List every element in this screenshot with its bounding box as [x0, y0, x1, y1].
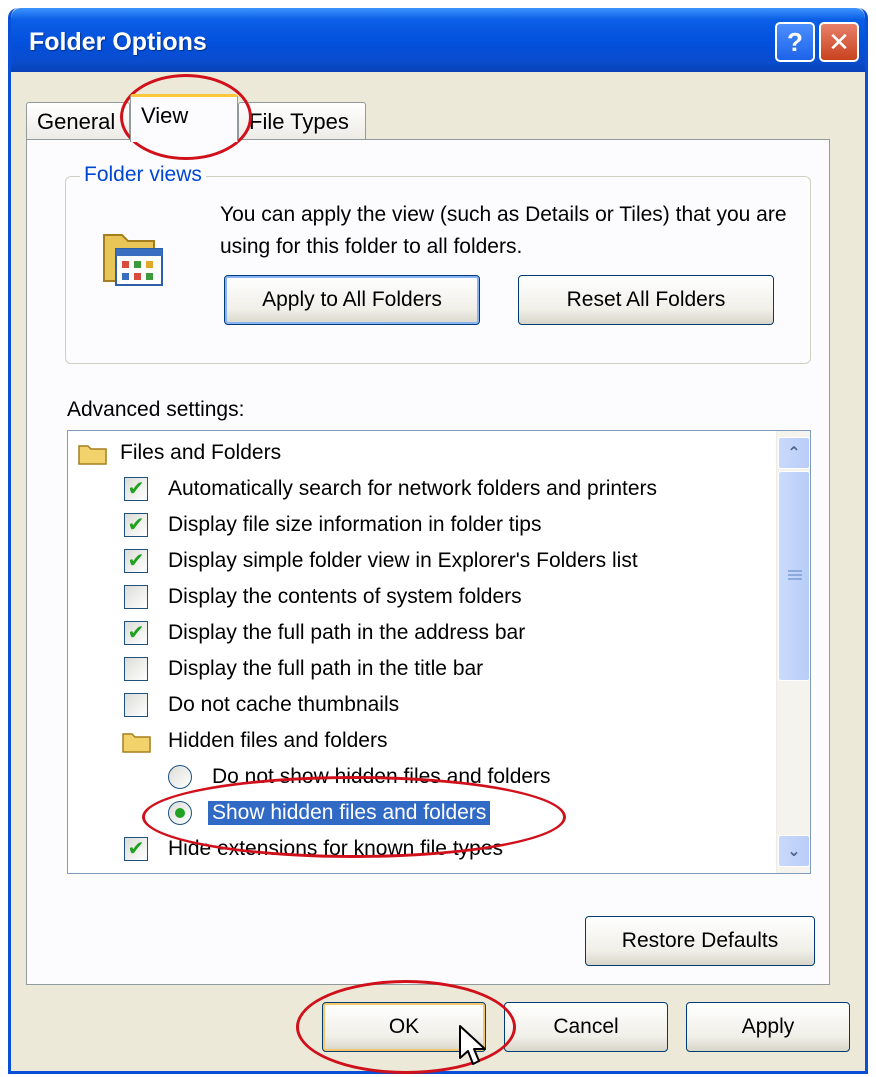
apply-button[interactable]: Apply [686, 1002, 850, 1052]
list-item[interactable]: Do not show hidden files and folders [68, 759, 768, 795]
help-button[interactable]: ? [775, 22, 815, 62]
close-button[interactable]: ✕ [819, 22, 859, 62]
mouse-cursor-icon [459, 1025, 486, 1065]
tab-view[interactable]: View [130, 94, 238, 142]
view-tab-panel: Folder views You can apply the view (suc… [26, 139, 830, 985]
advanced-settings-list[interactable]: Files and Folders ✔ Automatically search… [67, 430, 811, 874]
checkbox[interactable]: ✔ [124, 513, 148, 537]
folder-views-group: Folder views You can apply the view (suc… [65, 163, 811, 364]
tab-file-types[interactable]: File Types [238, 102, 366, 140]
list-item-label: Show hidden files and folders [208, 801, 491, 825]
window-title: Folder Options [29, 28, 207, 56]
radio-dot-icon [175, 808, 185, 818]
tab-general[interactable]: General [26, 102, 130, 140]
list-item-label: Do not show hidden files and folders [212, 765, 551, 788]
scroll-up-button[interactable]: ⌃ [778, 437, 810, 469]
tab-strip: General View File Types [26, 94, 826, 142]
checkbox[interactable] [124, 693, 148, 717]
list-item-label: Hidden files and folders [168, 729, 388, 752]
chevron-down-icon: ⌄ [787, 843, 801, 860]
folder-views-description: You can apply the view (such as Details … [220, 203, 787, 258]
apply-to-all-folders-button[interactable]: Apply to All Folders [224, 275, 480, 325]
list-item[interactable]: ✔ Display simple folder view in Explorer… [68, 543, 768, 579]
list-item[interactable]: ✔ Display file size information in folde… [68, 507, 768, 543]
radio-button[interactable] [168, 765, 192, 789]
radio-button-selected[interactable] [168, 801, 192, 825]
list-item[interactable]: Display the contents of system folders [68, 579, 768, 615]
tree-folder-hidden-files[interactable]: Hidden files and folders [68, 723, 768, 759]
list-item-label: Do not cache thumbnails [168, 693, 400, 716]
reset-all-folders-button[interactable]: Reset All Folders [518, 275, 774, 325]
checkbox[interactable]: ✔ [124, 477, 148, 501]
list-item-label: Display the full path in the title bar [168, 657, 484, 680]
checkbox[interactable]: ✔ [124, 549, 148, 573]
help-icon: ? [787, 26, 803, 57]
folder-views-icon [103, 234, 163, 286]
checkbox[interactable]: ✔ [124, 837, 148, 861]
scroll-down-button[interactable]: ⌄ [778, 835, 810, 867]
scrollbar-thumb[interactable] [778, 471, 810, 681]
folder-icon [122, 733, 151, 753]
list-item-label: Display the contents of system folders [168, 585, 522, 608]
restore-defaults-button[interactable]: Restore Defaults [585, 916, 815, 966]
title-bar[interactable]: Folder Options ? ✕ [11, 8, 865, 72]
list-item-label: Display simple folder view in Explorer's… [168, 549, 638, 572]
list-item[interactable]: ✔ Display the full path in the address b… [68, 615, 768, 651]
list-item[interactable]: Do not cache thumbnails [68, 687, 768, 723]
vertical-scrollbar[interactable]: ⌃ ⌄ [776, 431, 810, 873]
cancel-button[interactable]: Cancel [504, 1002, 668, 1052]
checkbox[interactable] [124, 657, 148, 681]
close-icon: ✕ [828, 26, 850, 57]
list-item-label: Automatically search for network folders… [168, 477, 658, 500]
advanced-settings-label: Advanced settings: [67, 398, 245, 421]
list-item-label: Display the full path in the address bar [168, 621, 526, 644]
tree-folder-files-and-folders[interactable]: Files and Folders [68, 435, 768, 471]
grip-icon [788, 570, 802, 582]
chevron-up-icon: ⌃ [787, 445, 801, 462]
list-item[interactable]: Display the full path in the title bar [68, 651, 768, 687]
list-item-label: Hide extensions for known file types [168, 837, 504, 860]
folder-icon [78, 445, 107, 465]
list-item-label: Files and Folders [120, 441, 282, 464]
checkbox[interactable]: ✔ [124, 621, 148, 645]
list-item[interactable]: ✔ Hide extensions for known file types [68, 831, 768, 867]
folder-views-label: Folder views [80, 163, 206, 187]
list-item-label: Display file size information in folder … [168, 513, 542, 536]
list-item[interactable]: ✔ Automatically search for network folde… [68, 471, 768, 507]
checkbox[interactable] [124, 585, 148, 609]
list-item-selected[interactable]: Show hidden files and folders [68, 795, 768, 831]
